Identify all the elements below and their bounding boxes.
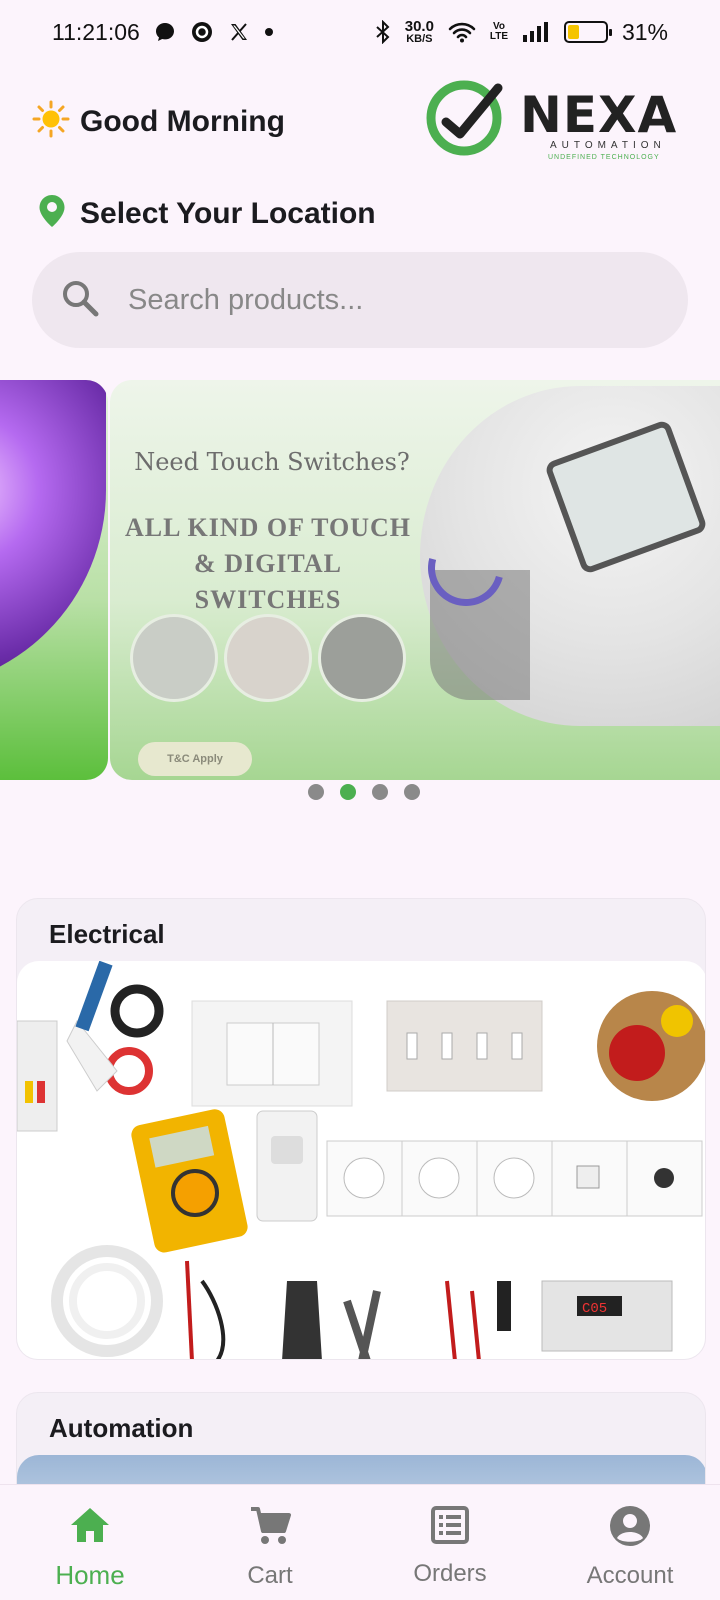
location-label: Select Your Location — [80, 196, 376, 230]
status-bar: 11:21:06 30.0 KB/S Vo LTE 31% — [0, 0, 720, 64]
nav-label-cart: Cart — [247, 1562, 293, 1589]
nav-orders[interactable]: Orders — [360, 1485, 540, 1600]
nav-account[interactable]: Account — [540, 1485, 720, 1600]
nav-label-orders: Orders — [413, 1560, 487, 1587]
greeting: Good Morning — [32, 100, 285, 143]
category-title: Automation — [49, 1413, 194, 1443]
slide-subline-1: ALL KIND OF TOUCH — [125, 513, 411, 542]
carousel-dot[interactable] — [404, 784, 420, 800]
nav-cart[interactable]: Cart — [180, 1485, 360, 1600]
bottom-navigation: Home Cart Orders Account — [0, 1484, 720, 1600]
nav-label-account: Account — [586, 1562, 674, 1589]
search-icon — [60, 278, 100, 323]
slide-subline-2: & DIGITAL SWITCHES — [194, 549, 342, 614]
logo-check-icon — [426, 80, 503, 156]
cart-icon — [248, 1505, 292, 1554]
slide-subline: ALL KIND OF TOUCH & DIGITAL SWITCHES — [120, 510, 416, 618]
greeting-text: Good Morning — [80, 104, 285, 138]
header: Good Morning NEXA AUTOMATION UNDEFINED T… — [0, 70, 720, 170]
network-speed: 30.0 KB/S — [405, 19, 434, 45]
slide-headline: Need Touch Switches? — [134, 448, 410, 476]
more-notifications-dot-icon — [264, 27, 274, 37]
switch-thumbnail — [318, 614, 406, 702]
carousel-dot[interactable] — [340, 784, 356, 800]
switch-thumbnails — [130, 614, 406, 702]
carousel-dot[interactable] — [308, 784, 324, 800]
logo-subtagline: UNDEFINED TECHNOLOGY — [548, 154, 660, 161]
location-pin-icon — [38, 194, 66, 233]
status-right: 30.0 KB/S Vo LTE 31% — [375, 19, 668, 46]
wifi-icon — [448, 21, 476, 43]
bluetooth-icon — [375, 20, 391, 44]
battery-level — [567, 25, 580, 39]
search-input[interactable] — [128, 283, 628, 317]
category-title: Electrical — [49, 919, 165, 949]
status-left: 11:21:06 — [52, 19, 274, 46]
nav-home[interactable]: Home — [0, 1485, 180, 1600]
logo-brand: NEXA — [520, 86, 678, 144]
lighting-photo — [0, 380, 106, 690]
carousel-slide-previous[interactable] — [0, 380, 108, 780]
brand-logo[interactable]: NEXA AUTOMATION UNDEFINED TECHNOLOGY — [426, 78, 690, 161]
svg-text:C05: C05 — [582, 1301, 607, 1317]
messenger-icon — [154, 21, 176, 43]
x-icon — [228, 21, 250, 43]
location-selector[interactable]: Select Your Location — [38, 194, 376, 233]
promo-carousel[interactable]: Need Touch Switches? ALL KIND OF TOUCH &… — [0, 380, 720, 780]
logo-tagline: AUTOMATION — [550, 140, 666, 151]
category-card-electrical[interactable]: Electrical C05 — [16, 898, 706, 1360]
nav-label-home: Home — [55, 1560, 125, 1590]
battery-percent: 31% — [621, 18, 668, 45]
signal-icon — [522, 21, 550, 43]
home-icon — [68, 1505, 112, 1552]
tc-badge: T&C Apply — [138, 742, 252, 776]
sun-icon — [32, 100, 70, 143]
switch-thumbnail — [224, 614, 312, 702]
volte-icon: Vo LTE — [489, 21, 509, 42]
network-speed-value: 30.0 — [404, 18, 434, 35]
switch-thumbnail — [130, 614, 218, 702]
carousel-slide-current[interactable]: Need Touch Switches? ALL KIND OF TOUCH &… — [110, 380, 720, 780]
electrical-category-image: C05 — [17, 961, 705, 1359]
account-icon — [609, 1505, 651, 1554]
clock: 11:21:06 — [52, 18, 140, 45]
carousel-indicator — [0, 784, 720, 800]
orders-icon — [430, 1505, 470, 1552]
network-speed-unit: KB/S — [406, 33, 433, 45]
threads-icon — [190, 20, 214, 44]
battery-icon — [563, 21, 612, 43]
search-bar[interactable] — [32, 252, 688, 348]
carousel-dot[interactable] — [372, 784, 388, 800]
